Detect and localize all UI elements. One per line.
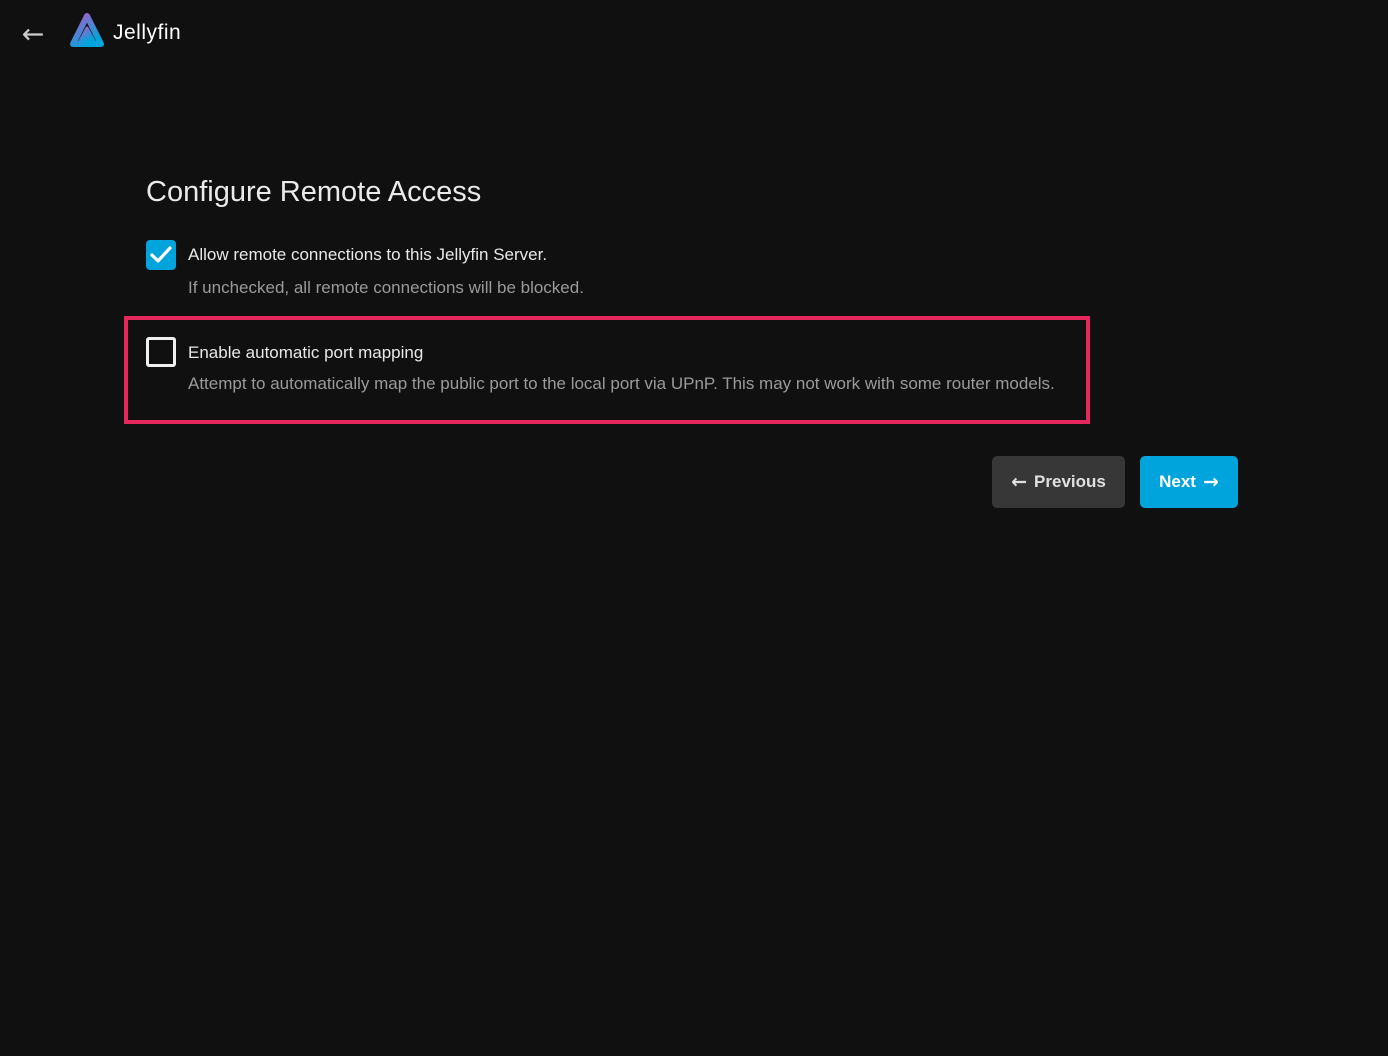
remote-connections-description: If unchecked, all remote connections wil… <box>188 278 584 298</box>
remote-connections-label[interactable]: Allow remote connections to this Jellyfi… <box>188 245 547 265</box>
arrow-left-icon: ← <box>1011 473 1027 492</box>
port-mapping-checkbox[interactable] <box>146 337 176 367</box>
port-mapping-label[interactable]: Enable automatic port mapping <box>188 343 423 363</box>
previous-button-label: Previous <box>1034 472 1106 492</box>
next-button[interactable]: Next → <box>1140 456 1238 508</box>
port-mapping-description: Attempt to automatically map the public … <box>188 374 1055 394</box>
setup-wizard-page: ← Jellyfin Configure Remote Access Allow… <box>0 0 1388 1056</box>
app-name: Jellyfin <box>113 21 181 45</box>
page-title: Configure Remote Access <box>146 176 481 209</box>
arrow-left-icon: ← <box>22 19 45 50</box>
remote-connections-checkbox[interactable] <box>146 240 176 270</box>
header: ← Jellyfin <box>0 0 1388 68</box>
check-icon <box>149 244 173 266</box>
highlight-outline <box>124 316 1090 424</box>
next-button-label: Next <box>1159 472 1196 492</box>
jellyfin-logo-icon <box>68 11 106 55</box>
back-button[interactable]: ← <box>14 16 52 54</box>
arrow-right-icon: → <box>1203 473 1219 492</box>
previous-button[interactable]: ← Previous <box>992 456 1125 508</box>
